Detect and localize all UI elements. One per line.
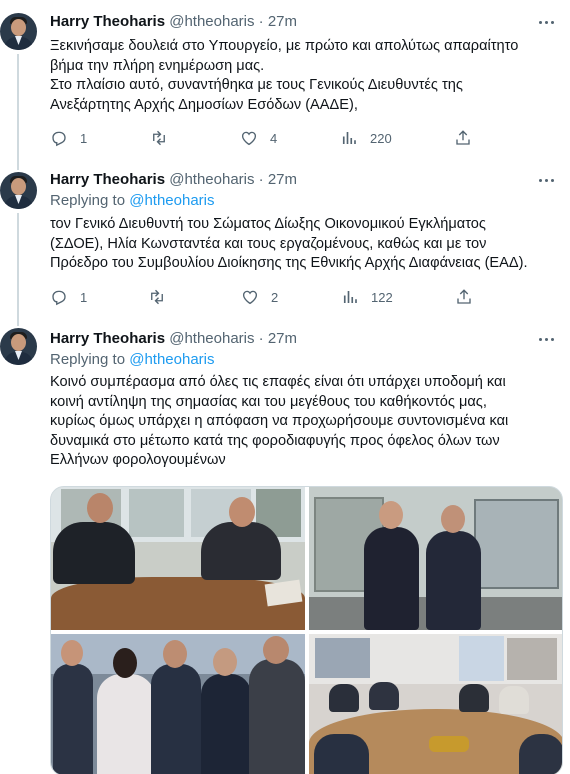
meeting-table-photo[interactable] [51,487,305,630]
share-button[interactable] [455,287,473,307]
tweet-line: Στο πλαίσιο αυτό, συναντήθηκα με τους Γε… [50,77,463,94]
replying-to: Replying to @htheoharis [50,350,215,370]
avatar[interactable] [0,328,37,365]
dot-separator: · [258,13,264,30]
timestamp[interactable]: 27m [268,13,297,30]
tweet-line: κοινή αντίληψη της σημασίας και του μεγέ… [50,393,487,410]
tweet-2[interactable]: Harry Theoharis @htheoharis · 27m Replyi… [0,160,570,323]
tweet-line: κυρίως όμως υπάρχει η απόφαση να προχωρή… [50,413,509,430]
tweet-line: Ξεκινήσαμε δουλειά στο Υπουργείο, με πρώ… [50,38,519,54]
views-button[interactable]: 220 [340,128,392,148]
tweet-header: Harry Theoharis @htheoharis · 27m [50,170,297,190]
retweet-icon [151,289,163,305]
like-icon [241,131,257,146]
replying-mention[interactable]: @htheoharis [129,192,214,209]
user-handle[interactable]: @htheoharis [169,330,254,347]
thread-connector [17,213,19,323]
views-button[interactable]: 122 [341,287,393,307]
more-icon[interactable] [538,13,556,31]
retweet-icon [153,130,165,146]
reply-count: 1 [80,130,88,146]
replying-to: Replying to @htheoharis [50,191,215,211]
media-grid [50,486,563,774]
dot-separator: · [258,330,264,347]
action-bar: 1 2 122 [50,287,480,307]
like-count: 4 [270,130,278,146]
tweet-text: Ξεκινήσαμε δουλειά στο Υπουργείο, με πρώ… [50,37,565,115]
thread-connector [17,54,19,166]
like-count: 2 [271,289,279,305]
reply-button[interactable]: 1 [50,128,87,148]
user-handle[interactable]: @htheoharis [169,13,254,30]
tweet-line: Κοινό συμπέρασμα από όλες τις επαφές είν… [50,374,506,390]
tweet-line: (ΣΔΟΕ), Ηλία Κωνσταντέα και τους εργαζομ… [50,235,487,252]
reply-button[interactable]: 1 [50,287,87,307]
tweet-line: τον Γενικό Διευθυντή του Σώματος Δίωξης … [50,216,486,232]
tweet-header: Harry Theoharis @htheoharis · 27m [50,12,297,32]
tweet-text: τον Γενικό Διευθυντή του Σώματος Δίωξης … [50,215,565,274]
views-icon [343,291,357,303]
display-name[interactable]: Harry Theoharis [50,330,165,347]
view-count: 220 [370,130,392,146]
group-handshake-photo[interactable] [51,634,305,774]
thread-connector [17,316,19,326]
views-icon [342,132,356,144]
share-icon [457,289,471,304]
like-icon [242,290,258,305]
more-icon[interactable] [538,171,556,189]
thread-connector [17,160,19,170]
retweet-button[interactable] [148,287,166,307]
share-button[interactable] [454,128,472,148]
more-icon[interactable] [538,330,556,348]
conference-room-photo[interactable] [309,634,562,774]
replying-mention[interactable]: @htheoharis [129,351,214,368]
tweet-1[interactable]: Harry Theoharis @htheoharis · 27m Ξεκινή… [0,0,570,166]
action-bar: 1 4 220 [50,128,480,148]
tweet-line: βήμα την πλήρη ενημέρωση μας. [50,57,265,74]
tweet-line: Ανεξάρτητης Αρχής Δημοσίων Εσόδων (ΑΑΔΕ)… [50,96,358,113]
like-button[interactable]: 2 [241,287,278,307]
retweet-button[interactable] [150,128,168,148]
timestamp[interactable]: 27m [268,330,297,347]
like-button[interactable]: 4 [240,128,277,148]
handshake-office-photo[interactable] [309,487,562,630]
tweet-line: Πρόεδρο του Συμβουλίου Διοίκησης της Εθν… [50,255,528,272]
view-count: 122 [371,289,393,305]
display-name[interactable]: Harry Theoharis [50,171,165,188]
replying-label: Replying to [50,351,130,368]
display-name[interactable]: Harry Theoharis [50,13,165,30]
avatar[interactable] [0,172,37,209]
user-handle[interactable]: @htheoharis [169,171,254,188]
tweet-line: δυναμικά στο μέτωπο κατά της φοροδιαφυγή… [50,432,500,449]
tweet-line: Ελλήνων φορολογουμένων [50,452,226,469]
share-icon [456,130,470,145]
dot-separator: · [258,171,264,188]
replying-label: Replying to [50,192,130,209]
reply-icon [52,290,66,306]
avatar[interactable] [0,13,37,50]
tweet-header: Harry Theoharis @htheoharis · 27m [50,329,297,349]
reply-icon [52,131,66,147]
reply-count: 1 [80,289,88,305]
tweet-text: Κοινό συμπέρασμα από όλες τις επαφές είν… [50,373,565,471]
timestamp[interactable]: 27m [268,171,297,188]
